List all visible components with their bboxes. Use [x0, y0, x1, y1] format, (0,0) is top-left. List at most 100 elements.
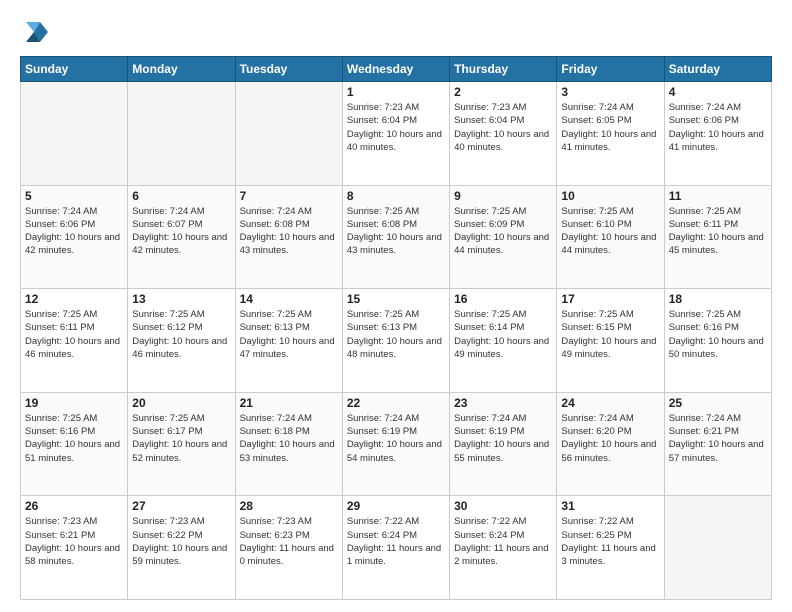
day-number: 10: [561, 189, 659, 203]
day-number: 15: [347, 292, 445, 306]
calendar-cell: 6 Sunrise: 7:24 AM Sunset: 6:07 PM Daylig…: [128, 185, 235, 289]
day-number: 26: [25, 499, 123, 513]
day-number: 4: [669, 85, 767, 99]
day-info: Sunrise: 7:25 AM Sunset: 6:09 PM Dayligh…: [454, 205, 552, 258]
calendar-cell: 3 Sunrise: 7:24 AM Sunset: 6:05 PM Daylig…: [557, 82, 664, 186]
day-number: 3: [561, 85, 659, 99]
day-info: Sunrise: 7:24 AM Sunset: 6:08 PM Dayligh…: [240, 205, 338, 258]
calendar-cell: 30 Sunrise: 7:22 AM Sunset: 6:24 PM Dayli…: [450, 496, 557, 600]
calendar-cell: 31Sunrise: 7:22 AM Sunset: 6:25 PM Dayli…: [557, 496, 664, 600]
day-info: Sunrise: 7:22 AM Sunset: 6:25 PM Dayligh…: [561, 515, 659, 568]
calendar-cell: 8 Sunrise: 7:25 AM Sunset: 6:08 PM Daylig…: [342, 185, 449, 289]
calendar-cell: 12Sunrise: 7:25 AM Sunset: 6:11 PM Dayli…: [21, 289, 128, 393]
calendar-cell: 5 Sunrise: 7:24 AM Sunset: 6:06 PM Daylig…: [21, 185, 128, 289]
calendar-cell: 14 Sunrise: 7:25 AM Sunset: 6:13 PM Dayli…: [235, 289, 342, 393]
day-info: Sunrise: 7:23 AM Sunset: 6:23 PM Dayligh…: [240, 515, 338, 568]
calendar-cell: 16 Sunrise: 7:25 AM Sunset: 6:14 PM Dayli…: [450, 289, 557, 393]
header-tuesday: Tuesday: [235, 57, 342, 82]
calendar-table: Sunday Monday Tuesday Wednesday Thursday…: [20, 56, 772, 600]
day-number: 29: [347, 499, 445, 513]
day-number: 20: [132, 396, 230, 410]
header-wednesday: Wednesday: [342, 57, 449, 82]
calendar-week-row: 19 Sunrise: 7:25 AM Sunset: 6:16 PM Dayli…: [21, 392, 772, 496]
day-info: Sunrise: 7:25 AM Sunset: 6:11 PM Dayligh…: [669, 205, 767, 258]
calendar-cell: 25Sunrise: 7:24 AM Sunset: 6:21 PM Dayli…: [664, 392, 771, 496]
calendar-cell: 22 Sunrise: 7:24 AM Sunset: 6:19 PM Dayli…: [342, 392, 449, 496]
calendar-cell: [664, 496, 771, 600]
calendar-cell: 18Sunrise: 7:25 AM Sunset: 6:16 PM Dayli…: [664, 289, 771, 393]
logo-icon: [20, 18, 48, 46]
header-sunday: Sunday: [21, 57, 128, 82]
day-number: 24: [561, 396, 659, 410]
day-info: Sunrise: 7:25 AM Sunset: 6:13 PM Dayligh…: [347, 308, 445, 361]
day-info: Sunrise: 7:24 AM Sunset: 6:19 PM Dayligh…: [347, 412, 445, 465]
day-info: Sunrise: 7:25 AM Sunset: 6:15 PM Dayligh…: [561, 308, 659, 361]
day-info: Sunrise: 7:25 AM Sunset: 6:10 PM Dayligh…: [561, 205, 659, 258]
day-info: Sunrise: 7:23 AM Sunset: 6:21 PM Dayligh…: [25, 515, 123, 568]
day-info: Sunrise: 7:22 AM Sunset: 6:24 PM Dayligh…: [347, 515, 445, 568]
logo: [20, 18, 52, 46]
calendar-cell: 13 Sunrise: 7:25 AM Sunset: 6:12 PM Dayli…: [128, 289, 235, 393]
day-number: 7: [240, 189, 338, 203]
day-number: 27: [132, 499, 230, 513]
calendar-cell: 4Sunrise: 7:24 AM Sunset: 6:06 PM Daylig…: [664, 82, 771, 186]
day-info: Sunrise: 7:24 AM Sunset: 6:07 PM Dayligh…: [132, 205, 230, 258]
header: [20, 18, 772, 46]
header-thursday: Thursday: [450, 57, 557, 82]
calendar-cell: 11 Sunrise: 7:25 AM Sunset: 6:11 PM Dayli…: [664, 185, 771, 289]
day-info: Sunrise: 7:25 AM Sunset: 6:13 PM Dayligh…: [240, 308, 338, 361]
day-number: 5: [25, 189, 123, 203]
day-number: 23: [454, 396, 552, 410]
day-info: Sunrise: 7:23 AM Sunset: 6:04 PM Dayligh…: [347, 101, 445, 154]
calendar-cell: 1 Sunrise: 7:23 AM Sunset: 6:04 PM Daylig…: [342, 82, 449, 186]
day-info: Sunrise: 7:24 AM Sunset: 6:21 PM Dayligh…: [669, 412, 767, 465]
calendar-week-row: 5 Sunrise: 7:24 AM Sunset: 6:06 PM Daylig…: [21, 185, 772, 289]
page: Sunday Monday Tuesday Wednesday Thursday…: [0, 0, 792, 612]
calendar-cell: 28 Sunrise: 7:23 AM Sunset: 6:23 PM Dayli…: [235, 496, 342, 600]
calendar-cell: 19 Sunrise: 7:25 AM Sunset: 6:16 PM Dayli…: [21, 392, 128, 496]
day-number: 30: [454, 499, 552, 513]
calendar-cell: [21, 82, 128, 186]
day-info: Sunrise: 7:24 AM Sunset: 6:19 PM Dayligh…: [454, 412, 552, 465]
weekday-header-row: Sunday Monday Tuesday Wednesday Thursday…: [21, 57, 772, 82]
calendar-cell: 10 Sunrise: 7:25 AM Sunset: 6:10 PM Dayli…: [557, 185, 664, 289]
calendar-cell: 23 Sunrise: 7:24 AM Sunset: 6:19 PM Dayli…: [450, 392, 557, 496]
calendar-cell: 29 Sunrise: 7:22 AM Sunset: 6:24 PM Dayli…: [342, 496, 449, 600]
day-number: 8: [347, 189, 445, 203]
calendar-week-row: 26 Sunrise: 7:23 AM Sunset: 6:21 PM Dayli…: [21, 496, 772, 600]
day-number: 28: [240, 499, 338, 513]
header-friday: Friday: [557, 57, 664, 82]
calendar-cell: [128, 82, 235, 186]
header-saturday: Saturday: [664, 57, 771, 82]
day-info: Sunrise: 7:25 AM Sunset: 6:16 PM Dayligh…: [25, 412, 123, 465]
day-number: 22: [347, 396, 445, 410]
day-info: Sunrise: 7:25 AM Sunset: 6:08 PM Dayligh…: [347, 205, 445, 258]
calendar-cell: 7 Sunrise: 7:24 AM Sunset: 6:08 PM Daylig…: [235, 185, 342, 289]
calendar-cell: 24Sunrise: 7:24 AM Sunset: 6:20 PM Dayli…: [557, 392, 664, 496]
day-number: 21: [240, 396, 338, 410]
calendar-cell: 20Sunrise: 7:25 AM Sunset: 6:17 PM Dayli…: [128, 392, 235, 496]
day-info: Sunrise: 7:25 AM Sunset: 6:14 PM Dayligh…: [454, 308, 552, 361]
day-number: 19: [25, 396, 123, 410]
day-info: Sunrise: 7:23 AM Sunset: 6:22 PM Dayligh…: [132, 515, 230, 568]
calendar-week-row: 1 Sunrise: 7:23 AM Sunset: 6:04 PM Daylig…: [21, 82, 772, 186]
day-info: Sunrise: 7:24 AM Sunset: 6:18 PM Dayligh…: [240, 412, 338, 465]
header-monday: Monday: [128, 57, 235, 82]
calendar-cell: 2Sunrise: 7:23 AM Sunset: 6:04 PM Daylig…: [450, 82, 557, 186]
day-info: Sunrise: 7:25 AM Sunset: 6:12 PM Dayligh…: [132, 308, 230, 361]
day-number: 1: [347, 85, 445, 99]
calendar-cell: 27 Sunrise: 7:23 AM Sunset: 6:22 PM Dayli…: [128, 496, 235, 600]
calendar-cell: 9Sunrise: 7:25 AM Sunset: 6:09 PM Daylig…: [450, 185, 557, 289]
day-number: 6: [132, 189, 230, 203]
day-number: 14: [240, 292, 338, 306]
day-info: Sunrise: 7:22 AM Sunset: 6:24 PM Dayligh…: [454, 515, 552, 568]
day-number: 2: [454, 85, 552, 99]
day-number: 13: [132, 292, 230, 306]
day-number: 18: [669, 292, 767, 306]
day-info: Sunrise: 7:24 AM Sunset: 6:05 PM Dayligh…: [561, 101, 659, 154]
day-info: Sunrise: 7:25 AM Sunset: 6:11 PM Dayligh…: [25, 308, 123, 361]
day-info: Sunrise: 7:24 AM Sunset: 6:06 PM Dayligh…: [25, 205, 123, 258]
calendar-cell: 21 Sunrise: 7:24 AM Sunset: 6:18 PM Dayli…: [235, 392, 342, 496]
day-number: 16: [454, 292, 552, 306]
day-number: 11: [669, 189, 767, 203]
